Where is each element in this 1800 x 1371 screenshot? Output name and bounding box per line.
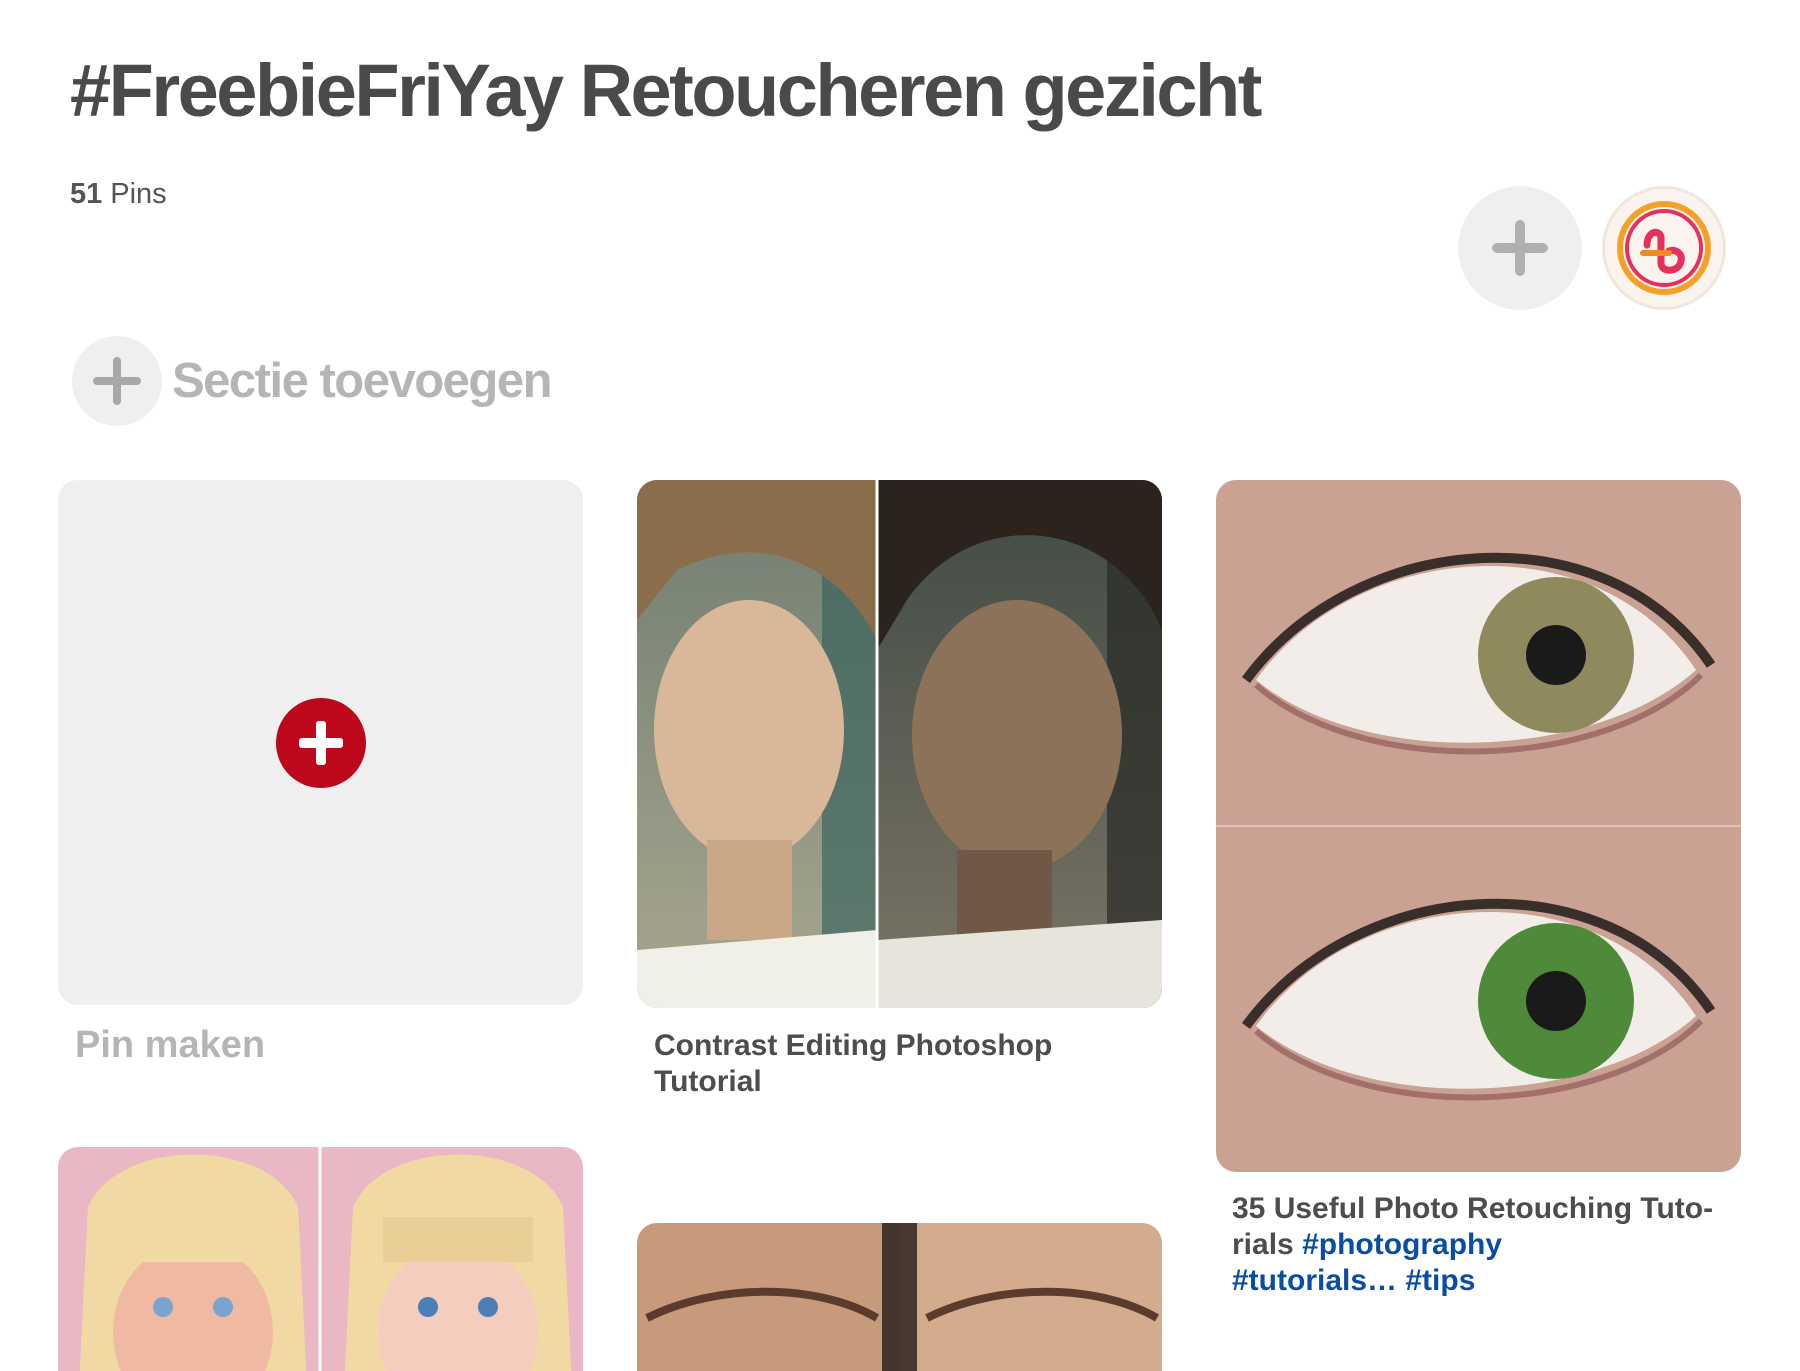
plus-icon <box>93 357 141 405</box>
avatar-logo-icon <box>1617 201 1711 295</box>
plus-icon <box>298 720 343 765</box>
hashtag-link[interactable]: #tutorials… <box>1232 1264 1397 1297</box>
hashtag-link[interactable]: #tips <box>1405 1264 1475 1297</box>
board-add-button[interactable] <box>1458 186 1582 310</box>
pin-count: 51 Pins <box>70 178 167 211</box>
pin-description: Contrast Editing Photoshop Tutorial <box>654 1029 1053 1098</box>
plus-icon <box>1492 220 1548 276</box>
pin-count-label: Pins <box>110 178 167 210</box>
hashtag-link[interactable]: #photography <box>1302 1228 1502 1261</box>
add-section-label: Sectie toevoegen <box>172 354 553 408</box>
add-section-plus <box>72 336 162 426</box>
pin-image-doll-retouching[interactable] <box>58 1147 583 1371</box>
pin-image-contrast-editing[interactable] <box>637 480 1162 1008</box>
create-pin-tile[interactable] <box>58 480 583 1005</box>
pin-description: 35 Useful Photo Retouching Tuto-rials #p… <box>1232 1191 1732 1299</box>
create-pin-button[interactable] <box>275 697 366 788</box>
add-section-button[interactable]: Sectie toevoegen <box>72 336 553 426</box>
pin-image-eye-retouching[interactable] <box>1216 480 1741 1172</box>
pin-count-number: 51 <box>70 178 103 210</box>
board-title: #FreebieFriYay Retoucheren gezicht <box>70 49 1262 132</box>
avatar[interactable] <box>1602 186 1726 310</box>
create-pin-label: Pin maken <box>75 1024 266 1066</box>
board-page: #FreebieFriYay Retoucheren gezicht 51 Pin… <box>0 0 1800 1371</box>
pin-image-eye-makeup[interactable] <box>637 1223 1162 1371</box>
